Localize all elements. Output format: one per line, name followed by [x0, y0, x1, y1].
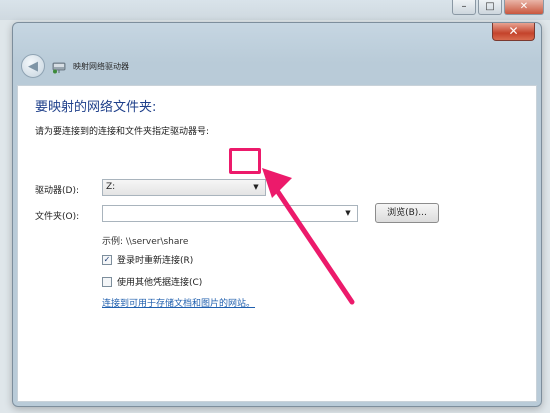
dropdown-highlight-box	[229, 148, 261, 174]
outer-maximize-button[interactable]: □	[478, 0, 502, 15]
back-arrow-icon: ◀	[28, 58, 38, 74]
map-network-drive-dialog: ✕ ◀ 映射网络驱动器 要映射的网络文件夹: 请为要连接到的连接和文件夹指定驱动…	[12, 22, 542, 407]
folder-label: 文件夹(O):	[35, 212, 80, 222]
dialog-navigation: ◀ 映射网络驱动器	[21, 51, 129, 81]
instruction-text: 请为要连接到的连接和文件夹指定驱动器号:	[35, 127, 210, 137]
other-credentials-option[interactable]: 使用其他凭据连接(C)	[102, 275, 202, 288]
back-button[interactable]: ◀	[21, 54, 45, 78]
outer-window-controls: – □ ✕	[452, 0, 544, 15]
outer-window-titlebar: – □ ✕	[0, 0, 550, 20]
dialog-close-button[interactable]: ✕	[492, 23, 535, 41]
dialog-titlebar: ✕	[13, 23, 541, 51]
browse-button[interactable]: 浏览(B)...	[375, 203, 439, 223]
other-credentials-label: 使用其他凭据连接(C)	[117, 278, 203, 288]
drive-label: 驱动器(D):	[35, 186, 79, 196]
outer-minimize-button[interactable]: –	[452, 0, 476, 15]
storage-website-link[interactable]: 连接到可用于存储文档和图片的网站。	[102, 296, 255, 309]
chevron-down-icon[interactable]: ▼	[341, 208, 355, 219]
dialog-content: 要映射的网络文件夹: 请为要连接到的连接和文件夹指定驱动器号: 驱动器(D): …	[17, 85, 537, 402]
drive-select[interactable]: Z: ▼	[102, 179, 266, 196]
example-text: 示例: \\server\share	[102, 237, 189, 247]
other-credentials-checkbox[interactable]	[102, 276, 112, 287]
reconnect-option[interactable]: ✓ 登录时重新连接(R)	[102, 253, 193, 266]
drive-value: Z:	[106, 182, 116, 192]
page-heading: 要映射的网络文件夹:	[35, 100, 157, 115]
reconnect-label: 登录时重新连接(R)	[117, 256, 194, 266]
folder-input[interactable]: ▼	[102, 205, 358, 222]
outer-close-button[interactable]: ✕	[504, 0, 544, 15]
reconnect-checkbox[interactable]: ✓	[102, 254, 112, 265]
dialog-title: 映射网络驱动器	[73, 61, 129, 71]
chevron-down-icon[interactable]: ▼	[249, 182, 263, 193]
network-drive-icon	[51, 59, 67, 74]
